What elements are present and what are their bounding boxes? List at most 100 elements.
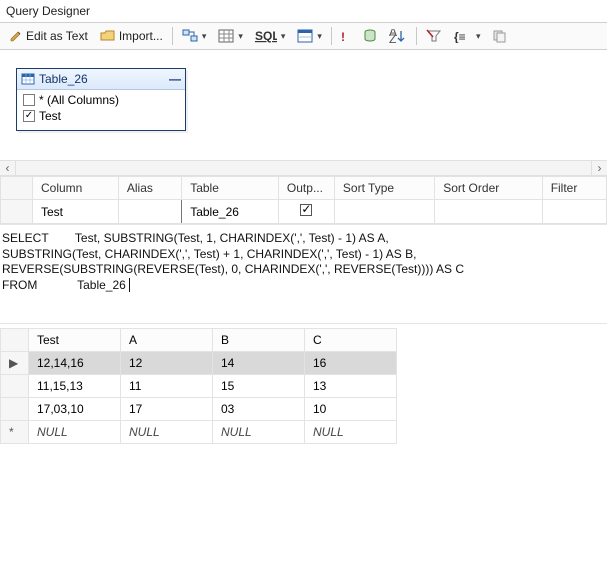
- table-box-header[interactable]: Table_26 —: [17, 69, 185, 90]
- criteria-cell-sort-order[interactable]: [435, 200, 542, 224]
- run-button[interactable]: !: [338, 26, 354, 46]
- row-marker[interactable]: ▶: [1, 352, 29, 375]
- results-cell[interactable]: 17: [121, 398, 213, 421]
- sql-pane[interactable]: SELECT Test, SUBSTRING(Test, 1, CHARINDE…: [0, 224, 607, 324]
- criteria-cell-column[interactable]: Test: [33, 200, 119, 224]
- column-item-all[interactable]: * (All Columns): [21, 92, 181, 108]
- results-header[interactable]: C: [305, 329, 397, 352]
- svg-text:Z: Z: [389, 32, 396, 43]
- results-pane-icon: [297, 29, 313, 43]
- criteria-cell-output[interactable]: [278, 200, 334, 224]
- criteria-cell-table[interactable]: Table_26: [182, 200, 279, 224]
- results-cell[interactable]: 03: [213, 398, 305, 421]
- diagram-pane[interactable]: Table_26 — * (All Columns) ✓ Test: [0, 50, 607, 160]
- results-cell[interactable]: 13: [305, 375, 397, 398]
- group-by-button[interactable]: [360, 27, 380, 45]
- results-row-new[interactable]: * NULL NULL NULL NULL: [1, 421, 397, 444]
- results-cell[interactable]: 10: [305, 398, 397, 421]
- text-cursor: [126, 278, 130, 292]
- checkbox-icon[interactable]: [23, 94, 35, 106]
- separator-icon: [172, 27, 173, 45]
- chevron-down-icon: ▾: [238, 31, 243, 42]
- criteria-header[interactable]: Sort Type: [334, 177, 434, 200]
- criteria-cell-alias[interactable]: [118, 200, 181, 224]
- import-button[interactable]: Import...: [97, 27, 166, 45]
- row-header[interactable]: [1, 200, 33, 224]
- chevron-down-icon: ▾: [476, 31, 481, 42]
- chevron-down-icon: ▾: [281, 31, 286, 42]
- show-sql-pane-button[interactable]: SQL ▾: [252, 27, 289, 45]
- brackets-icon: {≡: [454, 29, 472, 43]
- sort-asc-button[interactable]: AZ: [386, 27, 410, 45]
- remove-filter-button[interactable]: [423, 27, 445, 45]
- scroll-right-icon[interactable]: ›: [591, 161, 607, 175]
- sql-line: SUBSTRING(Test, CHARINDEX(',', Test) + 1…: [2, 247, 416, 261]
- column-label: Test: [39, 109, 61, 123]
- results-cell[interactable]: NULL: [213, 421, 305, 444]
- sql-icon: SQL: [255, 29, 277, 43]
- results-row[interactable]: 17,03,10 17 03 10: [1, 398, 397, 421]
- criteria-header[interactable]: Table: [182, 177, 279, 200]
- row-marker[interactable]: [1, 375, 29, 398]
- results-cell[interactable]: 15: [213, 375, 305, 398]
- results-cell[interactable]: 12: [121, 352, 213, 375]
- results-header-row: Test A B C: [1, 329, 397, 352]
- results-cell[interactable]: 12,14,16: [29, 352, 121, 375]
- results-cell[interactable]: 14: [213, 352, 305, 375]
- sql-line: REVERSE(SUBSTRING(REVERSE(Test), 0, CHAR…: [2, 262, 464, 276]
- criteria-pane[interactable]: Column Alias Table Outp... Sort Type Sor…: [0, 176, 607, 224]
- criteria-cell-filter[interactable]: [542, 200, 606, 224]
- show-results-pane-button[interactable]: ▾: [294, 27, 325, 45]
- window-title: Query Designer: [6, 4, 90, 18]
- row-header-blank: [1, 329, 29, 352]
- checkbox-checked-icon[interactable]: ✓: [23, 110, 35, 122]
- table-box[interactable]: Table_26 — * (All Columns) ✓ Test: [16, 68, 186, 131]
- import-label: Import...: [119, 29, 163, 43]
- results-header[interactable]: A: [121, 329, 213, 352]
- results-pane[interactable]: Test A B C ▶ 12,14,16 12 14 16 11,15,13 …: [0, 328, 607, 444]
- copy-icon: [492, 29, 508, 43]
- results-cell[interactable]: 11,15,13: [29, 375, 121, 398]
- filter-remove-icon: [426, 29, 442, 43]
- results-cell[interactable]: NULL: [305, 421, 397, 444]
- edit-as-text-button[interactable]: Edit as Text: [6, 27, 91, 45]
- sort-az-icon: AZ: [389, 29, 407, 43]
- criteria-row[interactable]: Test Table_26: [1, 200, 607, 224]
- svg-text:SQL: SQL: [255, 29, 277, 43]
- criteria-header[interactable]: Column: [33, 177, 119, 200]
- results-cell[interactable]: 17,03,10: [29, 398, 121, 421]
- grid-icon: [218, 29, 234, 43]
- checkbox-checked-icon[interactable]: [300, 204, 312, 216]
- column-item-test[interactable]: ✓ Test: [21, 108, 181, 124]
- results-header[interactable]: B: [213, 329, 305, 352]
- criteria-header[interactable]: Alias: [118, 177, 181, 200]
- results-header[interactable]: Test: [29, 329, 121, 352]
- separator-icon: [331, 27, 332, 45]
- row-marker[interactable]: *: [1, 421, 29, 444]
- database-icon: [363, 29, 377, 43]
- criteria-header[interactable]: Sort Order: [435, 177, 542, 200]
- scroll-left-icon[interactable]: ‹: [0, 161, 16, 175]
- results-cell[interactable]: NULL: [121, 421, 213, 444]
- criteria-header[interactable]: Filter: [542, 177, 606, 200]
- results-row[interactable]: ▶ 12,14,16 12 14 16: [1, 352, 397, 375]
- results-cell[interactable]: 16: [305, 352, 397, 375]
- separator-icon: [416, 27, 417, 45]
- criteria-header[interactable]: Outp...: [278, 177, 334, 200]
- scrollbar-horizontal[interactable]: ‹ ›: [0, 160, 607, 176]
- results-row[interactable]: 11,15,13 11 15 13: [1, 375, 397, 398]
- row-header-blank: [1, 177, 33, 200]
- add-expression-button[interactable]: {≡ ▾: [451, 27, 484, 45]
- row-marker[interactable]: [1, 398, 29, 421]
- sql-line: FROM Table_26: [2, 278, 126, 292]
- show-criteria-pane-button[interactable]: ▾: [215, 27, 246, 45]
- minimize-icon[interactable]: —: [169, 72, 181, 86]
- criteria-cell-sort-type[interactable]: [334, 200, 434, 224]
- results-cell[interactable]: NULL: [29, 421, 121, 444]
- folder-open-icon: [100, 29, 116, 43]
- copy-button[interactable]: [489, 27, 511, 45]
- toolbar: Edit as Text Import... ▾ ▾ SQL ▾ ▾ !: [0, 23, 607, 50]
- results-cell[interactable]: 11: [121, 375, 213, 398]
- show-diagram-pane-button[interactable]: ▾: [179, 27, 210, 45]
- svg-text:!: !: [341, 30, 345, 44]
